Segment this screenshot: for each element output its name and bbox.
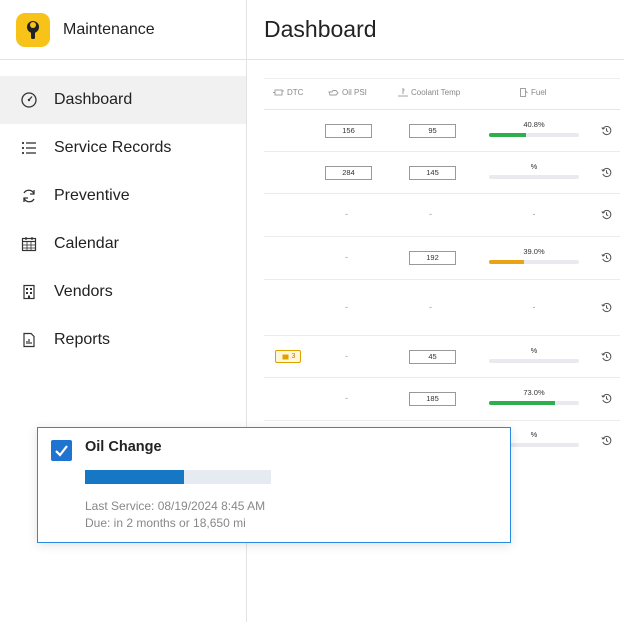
page-title: Dashboard bbox=[264, 16, 377, 42]
maintenance-task-card[interactable]: Oil Change Last Service: 08/19/2024 8:45… bbox=[37, 427, 511, 543]
oil-psi-value: - bbox=[345, 209, 348, 219]
sidebar-item-reports[interactable]: Reports bbox=[0, 316, 246, 364]
history-icon[interactable] bbox=[601, 351, 612, 362]
list-icon bbox=[21, 141, 36, 155]
task-checkbox[interactable] bbox=[51, 440, 72, 461]
history-icon[interactable] bbox=[601, 302, 612, 313]
table-row[interactable]: - 192 39.0% bbox=[264, 237, 620, 280]
sidebar-item-preventive[interactable]: Preventive bbox=[0, 172, 246, 220]
column-header-oil[interactable]: Oil PSI bbox=[328, 88, 367, 97]
table-row[interactable]: 284 145% bbox=[264, 152, 620, 194]
table-row[interactable]: - 185 73.0% bbox=[264, 378, 620, 421]
oil-psi-value: - bbox=[345, 351, 348, 361]
report-icon bbox=[23, 332, 35, 348]
fuel-level-label: - bbox=[532, 209, 536, 219]
sidebar-item-vendors[interactable]: Vendors bbox=[0, 268, 246, 316]
fuel-level-bar bbox=[489, 175, 579, 179]
due-text: Due: in 2 months or 18,650 mi bbox=[85, 516, 246, 530]
sidebar-item-label: Vendors bbox=[54, 283, 113, 300]
task-progress-bar bbox=[85, 470, 271, 484]
oil-psi-value: - bbox=[345, 302, 348, 312]
coolant-temp-value: - bbox=[429, 209, 432, 219]
table-row[interactable]: --- bbox=[264, 194, 620, 237]
fuel-level-bar bbox=[489, 359, 579, 363]
column-header-fuel[interactable]: Fuel bbox=[520, 88, 547, 97]
history-icon[interactable] bbox=[601, 393, 612, 404]
oil-psi-value: 284 bbox=[325, 166, 372, 180]
fuel-level-fill bbox=[489, 260, 525, 264]
dtc-count: 3 bbox=[291, 353, 296, 360]
column-header-label: Coolant Temp bbox=[411, 88, 461, 97]
fuel-level-label: 40.8% bbox=[523, 120, 545, 129]
oil-psi-value: 156 bbox=[325, 124, 372, 138]
fuel-level-label: 39.0% bbox=[523, 247, 545, 256]
fuel-level-fill bbox=[489, 133, 526, 137]
history-icon[interactable] bbox=[601, 125, 612, 136]
fuel-level-bar bbox=[489, 401, 579, 405]
engine-icon bbox=[282, 354, 289, 359]
engine-icon bbox=[273, 89, 284, 96]
history-icon[interactable] bbox=[601, 435, 612, 446]
coolant-temp-value: 145 bbox=[409, 166, 456, 180]
column-header-dtc[interactable]: DTC bbox=[273, 88, 303, 97]
coolant-temp-value: 45 bbox=[409, 350, 456, 364]
calendar-icon bbox=[21, 237, 37, 252]
sidebar-item-label: Service Records bbox=[54, 139, 172, 156]
table-body: 156 95 40.8% 284 145% - - - - 192 39.0% - - - 3 - 45% - 18… bbox=[264, 110, 620, 461]
sidebar-item-service-records[interactable]: Service Records bbox=[0, 124, 246, 172]
sidebar-item-label: Dashboard bbox=[54, 91, 133, 108]
fuel-pump-icon bbox=[520, 88, 528, 97]
oil-can-icon bbox=[328, 90, 339, 96]
sidebar-item-dashboard[interactable]: Dashboard bbox=[0, 76, 246, 124]
table-row[interactable]: 156 95 40.8% bbox=[264, 110, 620, 152]
column-header-coolant[interactable]: Coolant Temp bbox=[398, 88, 460, 97]
gauge-icon bbox=[21, 92, 37, 108]
coolant-temp-value: - bbox=[429, 302, 432, 312]
dtc-badge[interactable]: 3 bbox=[275, 350, 301, 363]
fuel-level-label: % bbox=[530, 162, 538, 171]
coolant-temp-value: 95 bbox=[409, 124, 456, 138]
wrench-icon bbox=[27, 21, 39, 39]
sidebar-nav: Dashboard Service Records Preventive Cal… bbox=[0, 76, 246, 364]
table-row[interactable]: --- bbox=[264, 280, 620, 336]
coolant-temp-value: 192 bbox=[409, 251, 456, 265]
fuel-level-bar bbox=[489, 133, 579, 137]
building-icon bbox=[23, 284, 35, 300]
column-header-label: Oil PSI bbox=[342, 88, 367, 97]
history-icon[interactable] bbox=[601, 167, 612, 178]
sidebar-item-label: Preventive bbox=[54, 187, 130, 204]
checkmark-icon bbox=[55, 445, 68, 457]
task-title: Oil Change bbox=[85, 439, 162, 455]
sidebar-item-label: Calendar bbox=[54, 235, 119, 252]
oil-psi-value: - bbox=[345, 252, 348, 262]
sidebar-item-label: Reports bbox=[54, 331, 111, 348]
refresh-icon bbox=[23, 189, 35, 203]
vehicle-table: DTC Oil PSI Coolant Temp Fuel 156 95 40.8%… bbox=[264, 78, 620, 461]
fuel-level-label: - bbox=[532, 302, 536, 312]
sidebar-item-calendar[interactable]: Calendar bbox=[0, 220, 246, 268]
app-title: Maintenance bbox=[63, 21, 155, 38]
table-row[interactable]: 3 - 45% bbox=[264, 336, 620, 378]
history-icon[interactable] bbox=[601, 209, 612, 220]
thermometer-icon bbox=[398, 88, 408, 97]
table-header: DTC Oil PSI Coolant Temp Fuel bbox=[264, 78, 620, 110]
fuel-level-label: 73.0% bbox=[523, 388, 545, 397]
history-icon[interactable] bbox=[601, 252, 612, 263]
app-logo[interactable] bbox=[16, 13, 50, 47]
column-header-label: Fuel bbox=[531, 88, 547, 97]
fuel-level-fill bbox=[489, 401, 555, 405]
last-service-text: Last Service: 08/19/2024 8:45 AM bbox=[85, 499, 266, 513]
coolant-temp-value: 185 bbox=[409, 392, 456, 406]
fuel-level-bar bbox=[489, 260, 579, 264]
column-header-label: DTC bbox=[287, 88, 304, 97]
fuel-level-label: % bbox=[530, 346, 538, 355]
oil-psi-value: - bbox=[345, 393, 348, 403]
brand-header: Maintenance bbox=[0, 0, 246, 60]
main-header: Dashboard bbox=[247, 0, 624, 60]
task-progress-fill bbox=[85, 470, 184, 484]
